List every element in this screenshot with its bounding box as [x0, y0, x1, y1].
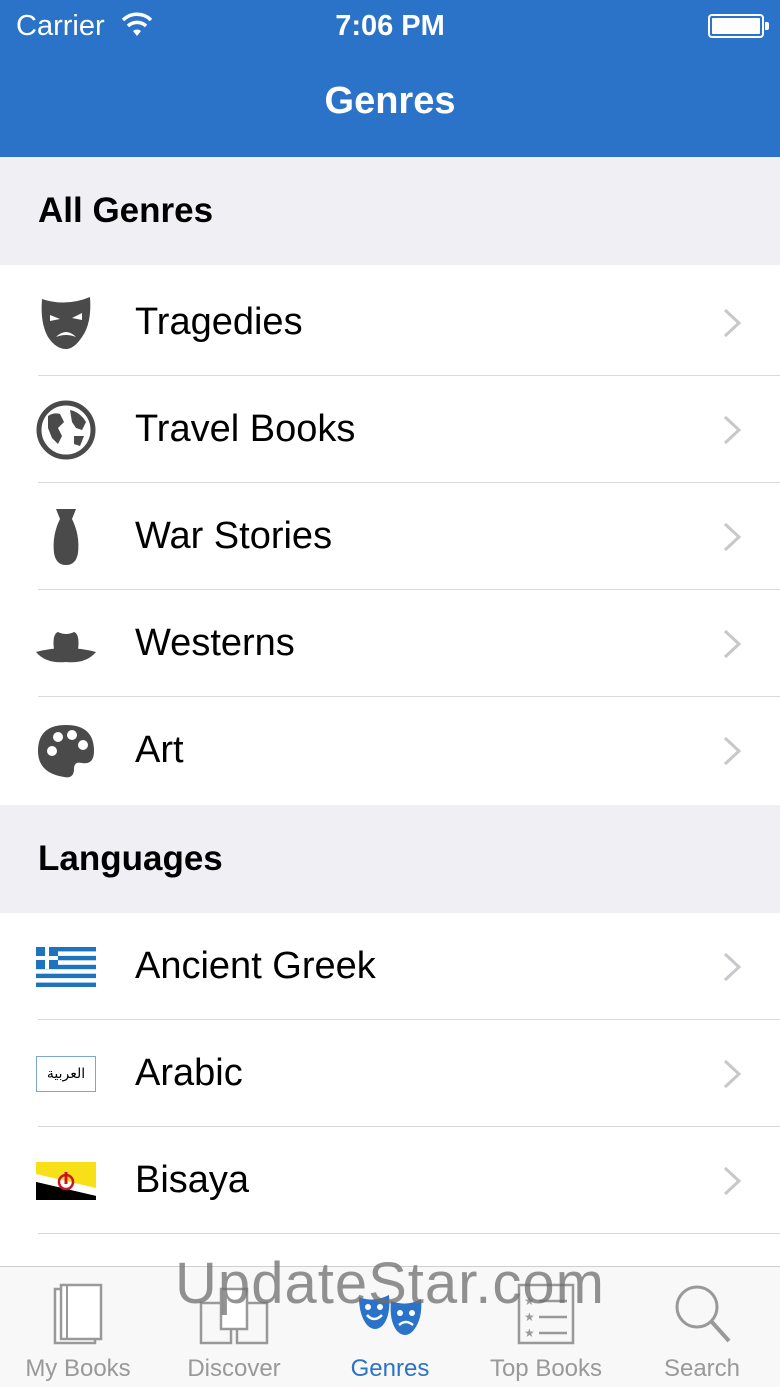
tab-search[interactable]: Search: [624, 1267, 780, 1387]
list-item-arabic[interactable]: العربية Arabic: [0, 1020, 780, 1127]
brunei-flag-icon: [36, 1162, 96, 1200]
chevron-right-icon: [723, 629, 742, 659]
battery-icon: [708, 14, 769, 38]
globe-icon: [36, 400, 96, 460]
list-item-tragedies[interactable]: Tragedies: [0, 269, 780, 376]
list-item-art[interactable]: Art: [0, 697, 780, 804]
cowboy-hat-icon: [36, 632, 96, 663]
tab-genres[interactable]: Genres: [312, 1267, 468, 1387]
list-item-label: Bisaya: [135, 1159, 250, 1201]
navigation-bar: Carrier 7:06 PM Genres: [0, 0, 780, 157]
tragedy-mask-icon: [41, 297, 91, 349]
list-item-label: Art: [135, 729, 184, 771]
list-item-label: Tragedies: [135, 301, 303, 343]
list-item-label: Travel Books: [135, 408, 356, 450]
list-item-travel-books[interactable]: Travel Books: [0, 376, 780, 483]
status-time: 7:06 PM: [335, 10, 445, 42]
search-icon: [675, 1285, 731, 1343]
chevron-right-icon: [723, 1059, 742, 1089]
top-list-icon: ★ ★ ★: [517, 1283, 575, 1345]
tab-label: My Books: [25, 1355, 131, 1382]
palette-icon: [38, 725, 94, 778]
svg-text:★: ★: [524, 1310, 535, 1324]
tab-label: Search: [663, 1355, 741, 1382]
tab-label: Top Books: [489, 1355, 603, 1382]
theater-masks-icon: [359, 1295, 422, 1335]
list-item-war-stories[interactable]: War Stories: [0, 483, 780, 590]
tab-label: Discover: [187, 1355, 281, 1382]
status-bar: Carrier 7:06 PM: [0, 0, 780, 54]
svg-text:★: ★: [524, 1326, 535, 1340]
section-header-all-genres: All Genres: [0, 157, 780, 265]
list-item-label: War Stories: [135, 515, 333, 557]
chevron-right-icon: [723, 308, 742, 338]
list-item-ancient-greek[interactable]: Ancient Greek: [0, 913, 780, 1020]
list-item-label: Arabic: [135, 1052, 243, 1094]
tab-discover[interactable]: Discover: [156, 1267, 312, 1387]
list-item-bisaya[interactable]: Bisaya: [0, 1127, 780, 1234]
chevron-right-icon: [723, 952, 742, 982]
chevron-right-icon: [723, 415, 742, 445]
tab-my-books[interactable]: My Books: [0, 1267, 156, 1387]
list-item-label: Westerns: [135, 622, 295, 664]
greece-flag-icon: [36, 947, 96, 987]
tab-bar: My Books Discover Genres ★ ★ ★ Top Books…: [0, 1266, 780, 1387]
tab-label: Genres: [350, 1355, 430, 1382]
bomb-icon: [53, 509, 79, 565]
page-title: Genres: [324, 80, 456, 122]
list-item-label: Ancient Greek: [135, 945, 376, 987]
arabic-script-icon: العربية: [36, 1056, 96, 1092]
discover-icon: [199, 1287, 269, 1345]
chevron-right-icon: [723, 1166, 742, 1196]
section-header-languages: Languages: [0, 805, 780, 913]
chevron-right-icon: [723, 522, 742, 552]
svg-text:★: ★: [524, 1294, 535, 1308]
tab-top-books[interactable]: ★ ★ ★ Top Books: [468, 1267, 624, 1387]
chevron-right-icon: [723, 736, 742, 766]
list-item-westerns[interactable]: Westerns: [0, 590, 780, 697]
books-icon: [53, 1283, 103, 1345]
